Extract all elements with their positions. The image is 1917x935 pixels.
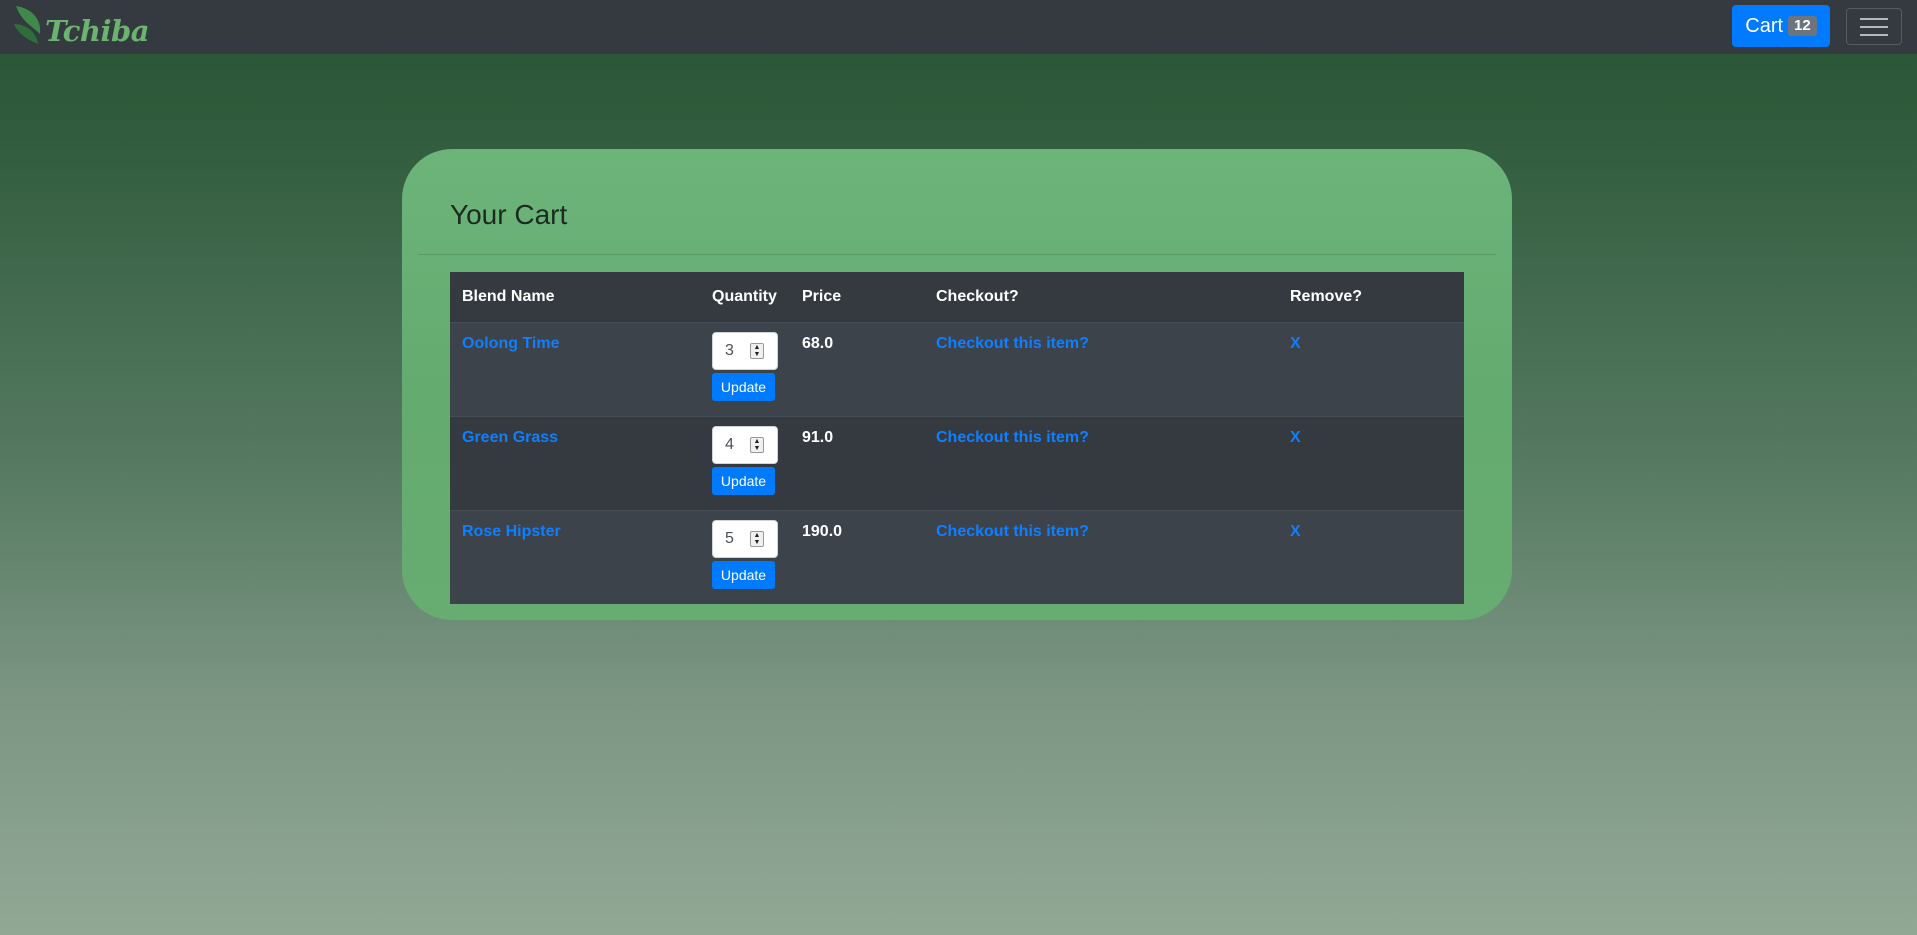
brand-logo[interactable]: Tchiba [12,4,150,50]
blend-name-link[interactable]: Rose Hipster [462,523,561,540]
column-header-checkout: Checkout? [924,272,1278,323]
spinner-arrows-icon[interactable]: ▲ ▼ [750,436,764,453]
price-cell: 190.0 [790,509,924,604]
cart-count-badge: 12 [1788,16,1817,36]
blend-name-link[interactable]: Green Grass [462,429,558,446]
checkout-item-link[interactable]: Checkout this item? [936,523,1089,540]
divider [418,254,1496,255]
cart-button[interactable]: Cart 12 [1732,5,1830,47]
quantity-value: 5 [725,529,734,547]
price-cell: 68.0 [790,321,924,416]
top-navbar: Tchiba Cart 12 [0,0,1917,54]
quantity-stepper[interactable]: 4 ▲ ▼ [712,425,778,464]
brand-name: Tchiba [45,14,150,48]
table-header-row: Blend Name Quantity Price Checkout? Remo… [450,272,1464,323]
remove-item-link[interactable]: X [1290,335,1301,352]
column-header-blend-name: Blend Name [450,272,700,323]
column-header-price: Price [790,272,924,323]
cart-table: Blend Name Quantity Price Checkout? Remo… [450,272,1464,604]
spinner-arrows-icon[interactable]: ▲ ▼ [750,530,764,547]
update-button[interactable]: Update [712,466,775,495]
table-row: Green Grass 4 ▲ ▼ Update 91.0 Checkout th… [450,415,1464,510]
page-title: Your Cart [450,199,568,230]
table-row: Oolong Time 3 ▲ ▼ Update 68.0 Checkout th… [450,321,1464,416]
remove-item-link[interactable]: X [1290,429,1301,446]
hamburger-menu-icon [1860,17,1888,20]
column-header-remove: Remove? [1278,272,1464,323]
quantity-stepper[interactable]: 3 ▲ ▼ [712,331,778,370]
remove-item-link[interactable]: X [1290,523,1301,540]
update-button[interactable]: Update [712,372,775,401]
quantity-stepper[interactable]: 5 ▲ ▼ [712,519,778,558]
cart-label: Cart [1745,14,1784,37]
cart-panel: Your Cart Blend Name Quantity Price Chec… [402,149,1512,620]
quantity-value: 4 [725,435,734,453]
spinner-arrows-icon[interactable]: ▲ ▼ [750,342,764,359]
checkout-item-link[interactable]: Checkout this item? [936,335,1089,352]
price-cell: 91.0 [790,415,924,510]
column-header-quantity: Quantity [700,272,790,323]
table-row: Rose Hipster 5 ▲ ▼ Update 190.0 Checkout … [450,509,1464,604]
checkout-item-link[interactable]: Checkout this item? [936,429,1089,446]
tea-leaf-icon [14,6,41,44]
quantity-value: 3 [725,341,734,359]
update-button[interactable]: Update [712,560,775,589]
blend-name-link[interactable]: Oolong Time [462,335,559,352]
menu-toggle-button[interactable] [1846,8,1902,45]
